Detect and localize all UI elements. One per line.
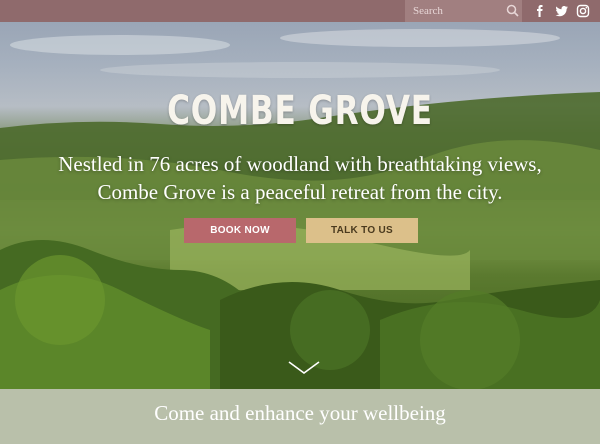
book-now-button[interactable]: BOOK NOW — [184, 218, 296, 243]
twitter-icon[interactable] — [555, 4, 569, 18]
hero-tagline: Nestled in 76 acres of woodland with bre… — [20, 150, 580, 206]
top-bar — [0, 0, 600, 22]
tagline-line-1: Nestled in 76 acres of woodland with bre… — [58, 152, 542, 176]
wellbeing-heading: Come and enhance your wellbeing — [154, 401, 446, 425]
talk-to-us-button[interactable]: TALK TO US — [306, 218, 418, 243]
search-box[interactable] — [405, 0, 522, 22]
facebook-icon[interactable] — [533, 4, 547, 18]
page-title: COMBE GROVE — [167, 88, 433, 134]
chevron-down-icon[interactable] — [288, 360, 320, 376]
tagline-line-2: Combe Grove is a peaceful retreat from t… — [97, 180, 503, 204]
instagram-icon[interactable] — [576, 4, 590, 18]
search-icon[interactable] — [506, 4, 519, 17]
landscape-image — [0, 29, 600, 444]
search-input[interactable] — [413, 3, 501, 19]
